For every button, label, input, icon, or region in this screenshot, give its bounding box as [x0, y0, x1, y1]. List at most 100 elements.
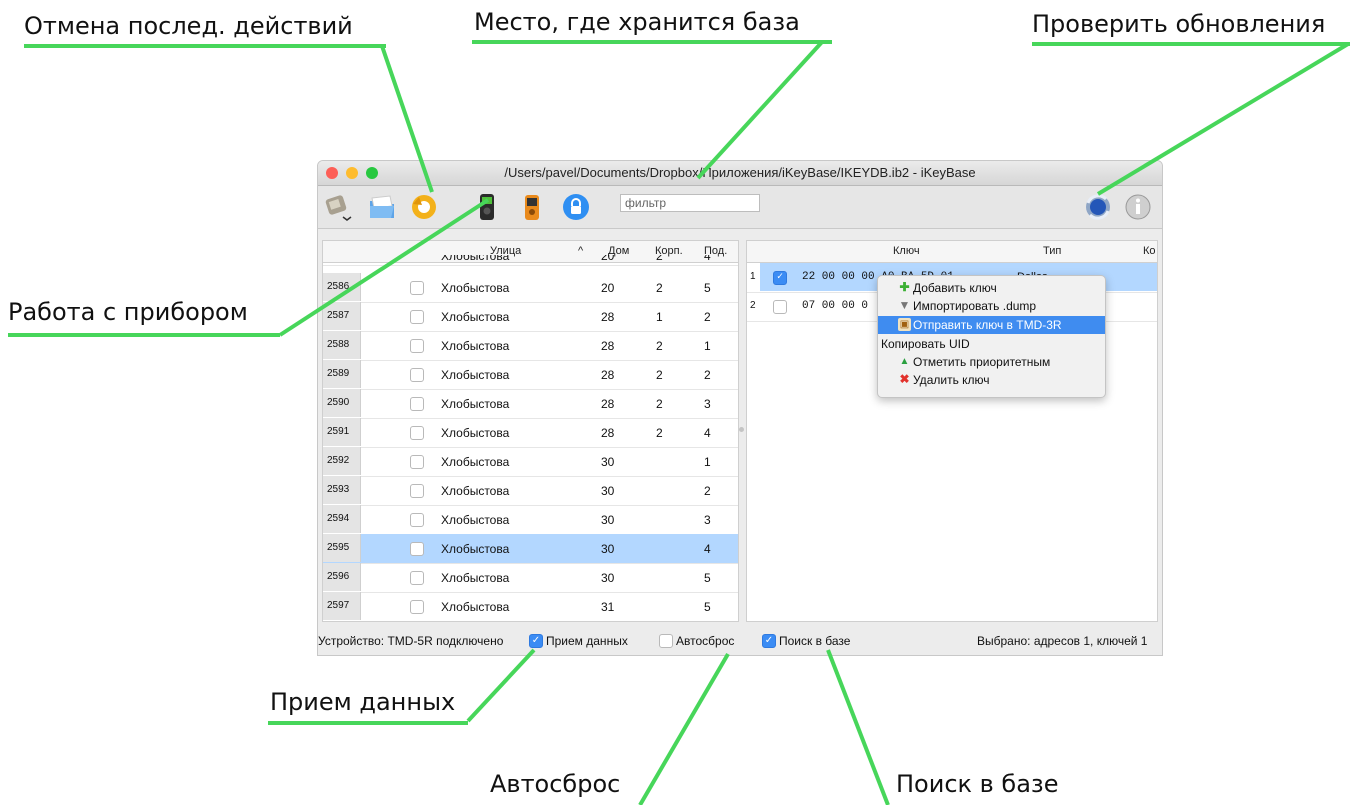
table-row[interactable]: 2591 Хлобыстова 28 2 4	[323, 418, 738, 448]
keys-header: Ключ Тип Ко	[747, 241, 1157, 263]
table-row[interactable]: 2596 Хлобыстова 30 5	[323, 563, 738, 593]
receive-data-checkbox[interactable]: ✓	[529, 634, 543, 648]
row-id: 2595	[323, 534, 361, 562]
key-value-cell: 07 00 00 0	[802, 300, 869, 312]
row-checkbox[interactable]	[410, 281, 424, 295]
house-cell: 30	[601, 571, 615, 585]
entrance-cell: 3	[704, 397, 711, 411]
key-reader-green-button[interactable]	[471, 191, 503, 223]
device-status: Устройство: TMD-5R подключено	[318, 634, 504, 648]
callout-line	[466, 648, 536, 723]
building-cell: 2	[656, 281, 663, 295]
status-bar: Устройство: TMD-5R подключено ✓ Прием да…	[318, 627, 1162, 655]
house-cell: 31	[601, 600, 615, 614]
folder-icon	[370, 195, 394, 218]
house-cell: 28	[601, 339, 615, 353]
key-checkbox[interactable]: ✓	[773, 271, 787, 285]
table-row[interactable]: 2595 Хлобыстова 30 4	[323, 534, 738, 564]
filter-input[interactable]: фильтр	[620, 194, 760, 212]
row-checkbox[interactable]	[410, 455, 424, 469]
table-row[interactable]: 2597 Хлобыстова 31 5	[323, 592, 738, 621]
auto-reset-checkbox[interactable]	[659, 634, 673, 648]
callout-auto-reset: Автосброс	[490, 770, 621, 798]
col-extra-header[interactable]: Ко	[1143, 245, 1156, 257]
menu-item-import-dump[interactable]: ▼ Импортировать .dump	[878, 297, 1105, 315]
window-title: /Users/pavel/Documents/Dropbox/Приложени…	[504, 165, 976, 180]
info-button[interactable]	[1122, 191, 1154, 223]
entrance-cell: 5	[704, 600, 711, 614]
row-id: 2593	[323, 476, 361, 504]
street-cell: Хлобыстова	[441, 310, 510, 324]
check-updates-button[interactable]	[1082, 191, 1114, 223]
row-checkbox[interactable]	[410, 571, 424, 585]
table-row[interactable]: 2586 Хлобыстова 20 2 5	[323, 273, 738, 303]
row-checkbox[interactable]	[410, 310, 424, 324]
building-cell: 2	[656, 339, 663, 353]
row-id: 2591	[323, 418, 361, 446]
table-row[interactable]: 2593 Хлобыстова 30 2	[323, 476, 738, 506]
table-row[interactable]: 2592 Хлобыстова 30 1	[323, 447, 738, 477]
table-row[interactable]: 2594 Хлобыстова 30 3	[323, 505, 738, 535]
row-id: 2588	[323, 331, 361, 359]
undo-button[interactable]	[408, 191, 440, 223]
row-id: 2597	[323, 592, 361, 620]
row-checkbox[interactable]	[410, 513, 424, 527]
keys-menu-button[interactable]	[322, 191, 354, 223]
house-cell: 30	[601, 513, 615, 527]
row-id: 2592	[323, 447, 361, 475]
callout-underline	[24, 44, 386, 48]
entrance-cell: 4	[704, 426, 711, 440]
street-cell: Хлобыстова	[441, 600, 510, 614]
row-checkbox[interactable]	[410, 542, 424, 556]
search-db-label[interactable]: Поиск в базе	[779, 634, 850, 648]
menu-item-delete-key[interactable]: ✖ Удалить ключ	[878, 371, 1105, 389]
building-cell: 2	[656, 368, 663, 382]
callout-check-updates: Проверить обновления	[1032, 10, 1326, 38]
row-checkbox[interactable]	[410, 339, 424, 353]
table-row[interactable]: 2589 Хлобыстова 28 2 2	[323, 360, 738, 390]
keys-menu-icon	[325, 195, 352, 221]
house-cell: 30	[601, 542, 615, 556]
menu-item-add-key[interactable]: ✚ Добавить ключ	[878, 279, 1105, 297]
search-db-checkbox[interactable]: ✓	[762, 634, 776, 648]
menu-item-mark-priority[interactable]: ▲ Отметить приоритетным	[878, 353, 1105, 371]
table-row[interactable]: 2587 Хлобыстова 28 1 2	[323, 302, 738, 332]
callout-underline	[1032, 42, 1350, 46]
context-menu: ✚ Добавить ключ ▼ Импортировать .dump ▣ …	[877, 275, 1106, 398]
table-row-partial[interactable]: Хлобыстова 20 2 4	[323, 255, 738, 266]
col-key-header[interactable]: Ключ	[893, 245, 920, 257]
addresses-table: Улица ^ Дом Корп. Под. Хлобыстова 20 2 4…	[322, 240, 739, 622]
key-reader-green-icon	[480, 194, 494, 220]
selection-summary: Выбрано: адресов 1, ключей 1	[977, 634, 1148, 648]
house-cell: 28	[601, 368, 615, 382]
lock-button[interactable]	[560, 191, 592, 223]
row-checkbox[interactable]	[410, 484, 424, 498]
table-row[interactable]: 2588 Хлобыстова 28 2 1	[323, 331, 738, 361]
receive-data-label[interactable]: Прием данных	[546, 634, 628, 648]
row-checkbox[interactable]	[410, 600, 424, 614]
menu-item-send-key[interactable]: ▣ Отправить ключ в TMD-3R	[878, 316, 1105, 334]
auto-reset-label[interactable]: Автосброс	[676, 634, 734, 648]
key-reader-orange-icon	[525, 195, 539, 220]
row-checkbox[interactable]	[410, 426, 424, 440]
callout-receive-data: Прием данных	[270, 688, 456, 716]
callout-db-location: Место, где хранится база	[474, 8, 800, 36]
open-database-button[interactable]	[366, 191, 398, 223]
callout-undo: Отмена послед. действий	[24, 12, 353, 40]
table-row[interactable]: 2590 Хлобыстова 28 2 3	[323, 389, 738, 419]
toolbar: фильтр	[318, 186, 1162, 229]
row-checkbox[interactable]	[410, 368, 424, 382]
title-bar: /Users/pavel/Documents/Dropbox/Приложени…	[318, 161, 1162, 186]
key-reader-orange-button[interactable]	[516, 191, 548, 223]
callout-underline	[268, 721, 468, 725]
row-checkbox[interactable]	[410, 397, 424, 411]
menu-item-copy-uid[interactable]: Копировать UID	[878, 335, 1105, 353]
key-checkbox[interactable]	[773, 300, 787, 314]
callout-line	[826, 649, 890, 805]
row-id: 2586	[323, 273, 361, 301]
entrance-cell: 5	[704, 281, 711, 295]
splitter-handle[interactable]	[739, 427, 744, 432]
col-type-header[interactable]: Тип	[1043, 245, 1061, 257]
callout-line	[638, 652, 730, 805]
house-cell: 20	[601, 281, 615, 295]
